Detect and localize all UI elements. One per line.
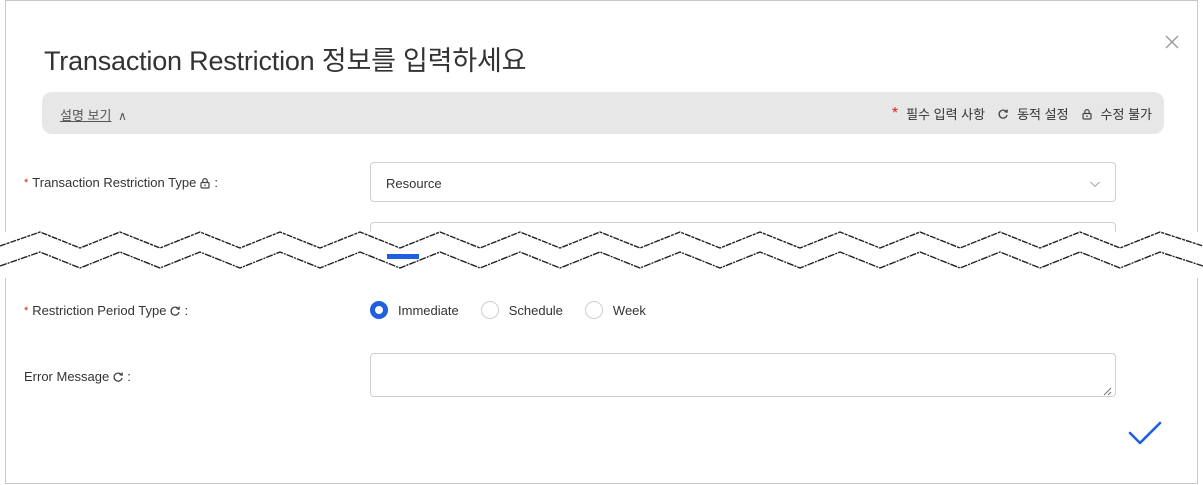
refresh-icon xyxy=(112,371,124,383)
checkmark-icon xyxy=(1128,421,1162,445)
description-toggle-label: 설명 보기 xyxy=(60,108,112,123)
required-star-icon: * xyxy=(24,176,29,189)
radio-schedule[interactable]: Schedule xyxy=(480,301,563,319)
label-suffix: : xyxy=(214,175,218,190)
torn-edge-break xyxy=(0,231,1203,278)
legend-locked-text: 수정 불가 xyxy=(1100,107,1152,122)
legend-required-text: 필수 입력 사항 xyxy=(906,107,986,122)
label-text: Error Message xyxy=(24,369,110,384)
radio-label: Immediate xyxy=(398,302,459,318)
label-suffix: : xyxy=(127,369,131,384)
label-suffix: : xyxy=(184,303,189,318)
info-bar: 설명 보기 ∧ * 필수 입력 사항 동적 설정 수정 불가 xyxy=(42,92,1164,134)
error-message-textarea[interactable] xyxy=(370,353,1116,397)
refresh-icon xyxy=(997,108,1009,120)
description-toggle[interactable]: 설명 보기 ∧ xyxy=(60,105,127,124)
radio-label: Schedule xyxy=(508,302,563,318)
confirm-check-button[interactable] xyxy=(1126,418,1164,448)
dialog-title: Transaction Restriction 정보를 입력하세요 xyxy=(44,46,527,76)
legend-dynamic-text: 동적 설정 xyxy=(1017,107,1069,122)
select-value: Resource xyxy=(386,176,442,191)
lock-icon xyxy=(1081,108,1093,120)
restriction-period-type-radio-group: Immediate Schedule Week xyxy=(370,301,668,319)
resize-handle-icon[interactable] xyxy=(1102,383,1112,396)
transaction-restriction-type-select[interactable]: Resource xyxy=(370,162,1116,202)
label-text: Transaction Restriction Type xyxy=(32,175,197,190)
radio-label: Week xyxy=(612,302,646,318)
radio-immediate[interactable]: Immediate xyxy=(370,301,459,319)
chevron-down-icon xyxy=(1089,177,1101,189)
radio-circle[interactable] xyxy=(480,301,499,319)
radio-circle[interactable] xyxy=(584,301,603,319)
required-star-icon: * xyxy=(24,304,29,317)
legend: * 필수 입력 사항 동적 설정 수정 불가 xyxy=(892,104,1152,123)
transaction-restriction-type-label: * Transaction Restriction Type : xyxy=(24,175,218,190)
required-star-icon: * xyxy=(891,104,899,122)
label-text: Restriction Period Type xyxy=(32,303,167,318)
close-icon[interactable] xyxy=(1163,33,1181,51)
chevron-up-icon: ∧ xyxy=(118,109,127,123)
radio-week[interactable]: Week xyxy=(584,301,646,319)
restriction-period-type-label: * Restriction Period Type : xyxy=(24,303,188,318)
lock-icon xyxy=(199,177,211,189)
radio-circle[interactable] xyxy=(370,301,388,319)
refresh-icon xyxy=(169,305,181,317)
error-message-label: Error Message : xyxy=(24,369,131,384)
